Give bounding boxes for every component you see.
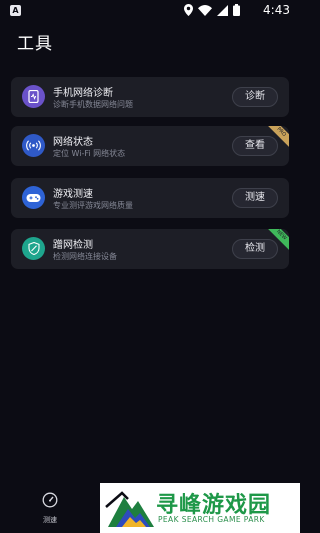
status-icons <box>184 4 240 16</box>
mountain-logo-icon <box>105 491 154 527</box>
nav-item-speedtest[interactable]: 测速 <box>30 492 70 525</box>
tool-title: 蹭网检测 <box>53 240 93 251</box>
tool-subtitle: 检测网络连接设备 <box>53 252 117 261</box>
app-notification-icon: A <box>10 5 21 16</box>
phone-diagnose-icon <box>22 85 45 108</box>
wifi-signal-icon <box>22 134 45 157</box>
clock: 4:43 <box>263 3 290 17</box>
battery-icon <box>233 4 240 16</box>
diagnose-button[interactable]: 诊断 <box>232 87 278 107</box>
wifi-icon <box>198 4 212 16</box>
tool-card-wifi-intruder-check[interactable]: 蹭网检测 检测网络连接设备 检测 NEW <box>11 229 289 269</box>
signal-icon <box>217 4 228 16</box>
watermark-logo: 寻峰游戏园 PEAK SEARCH GAME PARK <box>100 483 300 533</box>
page-title: 工具 <box>17 34 53 54</box>
tool-subtitle: 定位 Wi-Fi 网络状态 <box>53 149 126 158</box>
speedometer-icon <box>42 492 58 508</box>
tool-card-network-status[interactable]: 网络状态 定位 Wi-Fi 网络状态 查看 PRO <box>11 126 289 166</box>
shield-icon <box>22 237 45 260</box>
tool-subtitle: 专业测评游戏网络质量 <box>53 201 133 210</box>
detect-button[interactable]: 检测 <box>232 239 278 259</box>
tool-title: 游戏测速 <box>53 189 93 200</box>
location-icon <box>184 4 193 16</box>
bottom-nav: 测速 <box>0 482 100 533</box>
gamepad-icon <box>22 186 45 209</box>
tool-title: 手机网络诊断 <box>53 88 113 99</box>
view-button[interactable]: 查看 <box>232 136 278 156</box>
watermark-subtitle: PEAK SEARCH GAME PARK <box>158 515 265 524</box>
status-bar: A 4:43 <box>0 0 300 22</box>
tool-card-game-speedtest[interactable]: 游戏测速 专业测评游戏网络质量 测速 <box>11 178 289 218</box>
nav-label: 测速 <box>43 516 57 524</box>
tool-subtitle: 诊断手机数据网络问题 <box>53 100 133 109</box>
speedtest-button[interactable]: 测速 <box>232 188 278 208</box>
tool-title: 网络状态 <box>53 137 93 148</box>
tool-card-phone-diagnose[interactable]: 手机网络诊断 诊断手机数据网络问题 诊断 <box>11 77 289 117</box>
